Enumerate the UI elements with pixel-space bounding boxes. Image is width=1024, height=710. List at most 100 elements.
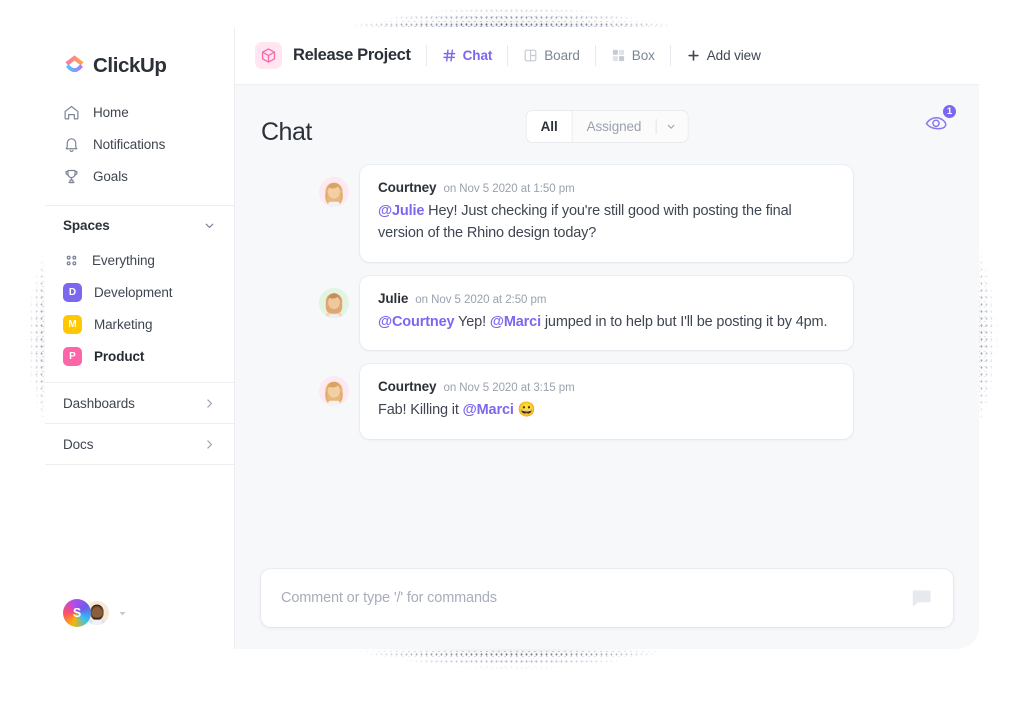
- message-list: Courtney on Nov 5 2020 at 1:50 pm @Julie…: [235, 157, 979, 569]
- tab-label: Box: [631, 48, 655, 63]
- sidebar: ClickUp Home Notifications Goals Spaces …: [45, 27, 235, 649]
- tab-chat[interactable]: Chat: [442, 48, 493, 63]
- spaces-header[interactable]: Spaces: [45, 206, 234, 244]
- sidebar-item-home[interactable]: Home: [45, 96, 234, 128]
- message-text: 😀: [513, 402, 536, 419]
- message-body: @Julie Hey! Just checking if you're stil…: [378, 200, 835, 245]
- message-header: Courtney on Nov 5 2020 at 1:50 pm: [378, 180, 835, 195]
- chevron-down-icon[interactable]: [203, 219, 216, 232]
- composer-area: [235, 569, 979, 649]
- mention[interactable]: @Marci: [490, 314, 541, 330]
- chevron-down-icon: [667, 124, 675, 129]
- clickup-logo-icon: [65, 55, 84, 73]
- sidebar-item-label: Home: [93, 104, 129, 120]
- comment-bubble-icon[interactable]: [909, 586, 933, 610]
- message-body: Fab! Killing it @Marci 😀: [378, 399, 835, 421]
- sidebar-item-label: Notifications: [93, 136, 166, 152]
- space-label: Marketing: [94, 316, 153, 332]
- space-label: Development: [94, 284, 173, 300]
- sidebar-item-label: Docs: [63, 436, 94, 452]
- comment-input[interactable]: [281, 590, 909, 606]
- mention[interactable]: @Marci: [463, 402, 514, 418]
- app-window: ClickUp Home Notifications Goals Spaces …: [45, 27, 979, 649]
- julie-avatar: [319, 287, 349, 318]
- filter-assigned-button[interactable]: Assigned: [573, 111, 656, 142]
- comment-composer[interactable]: [261, 569, 953, 627]
- board-icon: [524, 49, 537, 62]
- message-body: @Courtney Yep! @Marci jumped in to help …: [378, 311, 835, 333]
- bell-icon: [65, 137, 78, 152]
- message-author: Courtney: [378, 379, 437, 395]
- message-author: Julie: [378, 290, 409, 306]
- box-grid-icon: [612, 49, 624, 62]
- add-view-button[interactable]: Add view: [686, 48, 761, 63]
- toolbar-divider: [425, 45, 427, 66]
- tab-box[interactable]: Box: [611, 48, 655, 63]
- space-label: Everything: [92, 252, 155, 268]
- plus-icon: [688, 50, 699, 61]
- mention[interactable]: @Courtney: [378, 314, 455, 330]
- toolbar-divider: [594, 45, 596, 66]
- sidebar-item-everything[interactable]: Everything: [45, 244, 234, 276]
- cube-icon: [261, 48, 276, 63]
- message-text: Hey! Just checking if you're still good …: [378, 203, 792, 242]
- grid-dots-icon: [66, 255, 77, 265]
- tab-label: Add view: [706, 48, 761, 63]
- sidebar-item-label: Dashboards: [63, 395, 135, 411]
- toolbar-divider: [669, 45, 671, 66]
- message-bubble: Courtney on Nov 5 2020 at 3:15 pm Fab! K…: [360, 364, 853, 439]
- primary-nav: Home Notifications Goals: [45, 83, 234, 192]
- filter-dropdown-button[interactable]: [656, 121, 687, 132]
- space-label: Product: [94, 348, 145, 364]
- space-badge-product: P: [63, 346, 82, 366]
- sidebar-item-development[interactable]: D Development: [45, 276, 234, 308]
- chevron-right-icon: [207, 439, 212, 449]
- sidebar-item-product[interactable]: P Product: [45, 340, 234, 372]
- brand-logo[interactable]: ClickUp: [45, 27, 234, 83]
- filter-all-button[interactable]: All: [526, 111, 573, 142]
- space-badge-marketing: M: [63, 314, 82, 334]
- home-icon: [64, 105, 79, 119]
- message-timestamp: on Nov 5 2020 at 3:15 pm: [443, 382, 575, 395]
- message-item: Courtney on Nov 5 2020 at 3:15 pm Fab! K…: [319, 364, 953, 439]
- chevron-right-icon: [207, 398, 212, 408]
- spaces-title: Spaces: [63, 217, 110, 233]
- hash-icon: [442, 49, 455, 62]
- caret-down-icon[interactable]: [118, 609, 127, 618]
- account-bar: S: [45, 599, 234, 649]
- tab-board[interactable]: Board: [523, 48, 580, 63]
- avatar[interactable]: [319, 177, 349, 207]
- watchers-count-badge: 1: [942, 104, 957, 119]
- mention[interactable]: @Julie: [378, 203, 424, 219]
- sidebar-divider-4: [45, 464, 234, 465]
- sidebar-item-docs[interactable]: Docs: [45, 424, 234, 464]
- sidebar-item-dashboards[interactable]: Dashboards: [45, 383, 234, 423]
- message-text: Fab! Killing it: [378, 402, 463, 419]
- sidebar-item-notifications[interactable]: Notifications: [45, 128, 234, 160]
- project-toolbar: Release Project Chat Board Box Add view: [235, 27, 979, 85]
- chat-page-title: Chat: [261, 117, 312, 146]
- avatar[interactable]: [319, 376, 349, 407]
- space-badge-development: D: [63, 282, 82, 302]
- message-header: Courtney on Nov 5 2020 at 3:15 pm: [378, 379, 835, 394]
- avatar[interactable]: [319, 287, 349, 318]
- sidebar-item-marketing[interactable]: M Marketing: [45, 308, 234, 340]
- courtney-avatar: [319, 177, 349, 207]
- trophy-icon: [65, 169, 78, 183]
- message-text: Yep!: [454, 313, 490, 330]
- main-area: Release Project Chat Board Box Add view …: [235, 27, 979, 649]
- screenshot-stage: ClickUp Home Notifications Goals Spaces …: [0, 0, 1024, 710]
- sidebar-item-label: Goals: [93, 168, 128, 184]
- message-text: jumped in to help but I'll be posting it…: [540, 313, 828, 330]
- message-timestamp: on Nov 5 2020 at 2:50 pm: [415, 293, 547, 306]
- message-bubble: Courtney on Nov 5 2020 at 1:50 pm @Julie…: [360, 165, 853, 262]
- page-title: Release Project: [293, 46, 411, 64]
- brand-name: ClickUp: [93, 53, 167, 77]
- watchers-button[interactable]: 1: [923, 104, 957, 137]
- message-item: Julie on Nov 5 2020 at 2:50 pm @Courtney…: [319, 275, 953, 351]
- workspace-avatar[interactable]: S: [63, 599, 91, 627]
- sidebar-item-goals[interactable]: Goals: [45, 160, 234, 192]
- message-author: Courtney: [378, 180, 437, 195]
- tab-label: Chat: [462, 48, 493, 63]
- courtney-avatar: [319, 376, 349, 407]
